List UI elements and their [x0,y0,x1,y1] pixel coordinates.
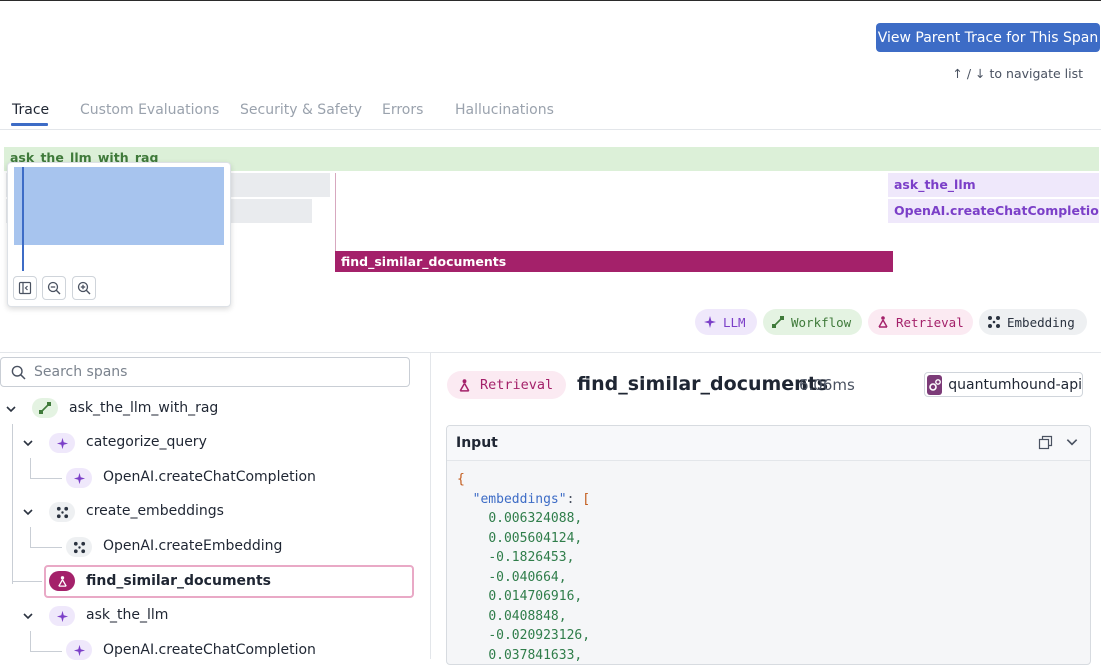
tree-item-find-similar-label: find_similar_documents [86,573,272,589]
legend-workflow[interactable]: Workflow [763,309,862,335]
tree-item-openai-chat-completion[interactable]: OpenAI.createChatCompletion [103,642,316,658]
legend-embedding-label: Embedding [1007,314,1075,330]
service-badge[interactable]: quantumhound-api [924,372,1083,397]
search-spans-input[interactable] [34,362,394,382]
json-key: "embeddings" [472,491,567,507]
collapse-minimap-button[interactable] [13,276,37,300]
minimap-cursor[interactable] [22,167,24,271]
flame-marker [335,173,336,251]
json-open-brace: { [457,472,465,487]
legend-retrieval-label: Retrieval [896,314,964,330]
json-value: -0.020923126, [488,628,591,643]
search-spans-box[interactable] [0,357,410,387]
chevron-down-icon[interactable] [5,403,17,415]
legend-retrieval[interactable]: Retrieval [868,309,973,335]
panel-collapse-icon [18,281,32,295]
sparkle-icon [66,468,92,488]
json-value: -0.040664, [488,569,567,585]
chevron-down-icon[interactable] [1065,435,1079,449]
embedding-icon [66,537,92,557]
legend-embedding[interactable]: Embedding [979,309,1087,335]
active-tab-indicator [11,123,48,126]
workflow-icon [32,398,58,418]
sparkle-icon [66,640,92,660]
span-duration: 6.06ms [799,376,855,394]
input-json: { "embeddings": [ 0.006324088, 0.0056041… [457,470,591,664]
tree-guide [30,527,31,547]
embedding-icon [49,502,75,522]
tree-guide [30,631,31,651]
tree-item-ask-the-llm-with-rag[interactable]: ask_the_llm_with_rag [69,400,218,416]
json-value: 0.0408848, [488,608,567,624]
view-parent-trace-button[interactable]: View Parent Trace for This Span [876,23,1100,52]
flame-bar-ask-the-llm[interactable]: ask_the_llm [888,173,1099,197]
panel-divider [430,353,431,659]
sparkle-icon [704,316,716,328]
zoom-out-button[interactable] [42,276,66,300]
span-title: find_similar_documents [577,373,829,395]
json-open-bracket: [ [582,491,591,507]
flame-bar-openai-chat[interactable]: OpenAI.createChatCompletion [888,199,1099,223]
sparkle-icon [49,433,75,453]
zoom-in-icon [77,281,91,295]
copy-icon[interactable] [1038,435,1053,450]
tree-item-create-embeddings[interactable]: create_embeddings [86,503,224,519]
tab-bar: Trace Custom Evaluations Security & Safe… [0,96,1101,130]
tree-guide [30,651,62,652]
tree-item-ask-the-llm[interactable]: ask_the_llm [86,607,168,623]
chevron-down-icon[interactable] [22,610,34,622]
embedding-icon [988,316,1000,328]
tab-custom-evaluations[interactable]: Custom Evaluations [80,102,219,118]
span-kind-label: Retrieval [480,377,554,393]
search-icon [11,365,26,380]
legend-llm-label: LLM [723,314,746,330]
service-name: quantumhound-api [948,376,1082,393]
flame-minimap[interactable] [7,162,231,307]
span-kind-badge: Retrieval [447,371,566,399]
tab-errors[interactable]: Errors [382,102,423,118]
tree-item-openai-chat-completion[interactable]: OpenAI.createChatCompletion [103,469,316,485]
tree-guide [12,581,42,582]
input-panel: Input { "embeddings": [ 0.006324088, 0.0… [446,425,1091,665]
legend-llm[interactable]: LLM [695,309,757,335]
json-colon: : [566,491,583,507]
zoom-in-button[interactable] [72,276,96,300]
tree-guide [30,458,31,478]
flame-bar-find-similar[interactable]: find_similar_documents [335,251,893,272]
retrieval-icon [878,316,888,328]
tree-guide [30,478,62,479]
gears-icon [927,374,943,395]
zoom-out-icon [47,281,61,295]
chevron-down-icon[interactable] [22,437,34,449]
json-value: 0.005604124, [488,530,583,546]
navigation-hint: ↑ / ↓ to navigate list [952,66,1083,81]
input-panel-header: Input [447,426,1090,461]
workflow-icon [772,316,784,328]
json-value: 0.014706916, [488,589,583,604]
legend-workflow-label: Workflow [791,314,852,330]
json-value: 0.037841633, [488,647,583,663]
section-divider [0,352,1101,353]
retrieval-icon [459,378,470,392]
tab-hallucinations[interactable]: Hallucinations [455,102,554,118]
json-value: 0.006324088, [488,511,583,526]
tree-guide [30,547,62,548]
minimap-selection[interactable] [14,167,224,245]
top-border [0,0,1101,1]
retrieval-icon [49,571,75,591]
tree-guide [12,424,13,584]
json-value: -0.1826453, [488,550,575,565]
tab-security-safety[interactable]: Security & Safety [240,102,362,118]
chevron-down-icon[interactable] [22,506,34,518]
tree-item-openai-create-embedding[interactable]: OpenAI.createEmbedding [103,538,282,554]
sparkle-icon [49,606,75,626]
tree-item-categorize-query[interactable]: categorize_query [86,434,207,450]
input-panel-title: Input [456,435,498,451]
tab-trace[interactable]: Trace [12,102,49,118]
